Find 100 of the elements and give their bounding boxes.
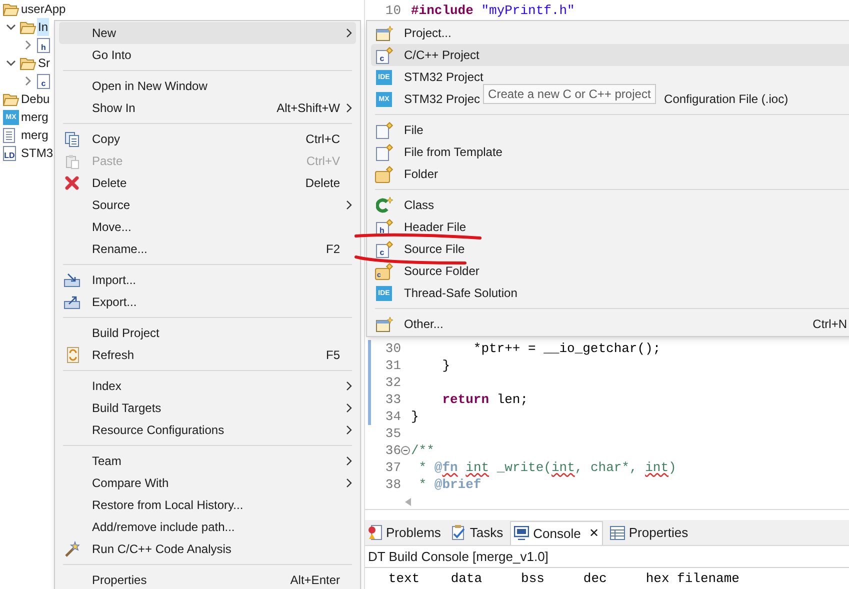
menu-item[interactable]: Build Targets — [59, 397, 356, 419]
new-folder-icon — [375, 166, 393, 182]
menu-item[interactable]: Export... — [59, 291, 356, 313]
new-window-icon — [376, 316, 392, 332]
menu-item[interactable]: Restore from Local History... — [59, 494, 356, 516]
view-tab[interactable]: Problems — [365, 520, 444, 545]
code-line: /** — [411, 442, 434, 459]
new-window-icon — [376, 26, 392, 40]
code-line: *ptr++ = __io_getchar(); — [472, 340, 661, 357]
menu-item[interactable]: Other... Ctrl+N — [371, 313, 849, 335]
menu-item[interactable]: Delete Delete — [59, 172, 356, 194]
document-icon — [3, 128, 15, 142]
view-tab[interactable]: Properties — [606, 520, 692, 545]
menu-item[interactable]: Source — [59, 194, 356, 216]
line-number: 10 — [384, 2, 401, 19]
menu-item[interactable]: Copy Ctrl+C — [59, 128, 356, 150]
line-number: 32 — [384, 374, 401, 391]
menu-item[interactable]: Compare With — [59, 472, 356, 494]
line-number: 36 — [384, 442, 401, 459]
code-line: * @brief — [418, 476, 482, 493]
expand-chevron-icon[interactable] — [23, 76, 33, 86]
menu-item[interactable]: File from Template — [371, 141, 849, 163]
tree-item-label[interactable]: merg — [20, 108, 50, 126]
tree-item-label[interactable]: userApp — [20, 0, 67, 18]
tree-item-label[interactable]: merg — [20, 126, 50, 144]
folder-icon — [20, 56, 36, 70]
line-number: 34 — [384, 408, 401, 425]
menu-item[interactable]: Properties Alt+Enter — [59, 569, 356, 589]
table-icon — [610, 526, 625, 540]
tray-arrow-icon — [64, 273, 80, 287]
clipboard-check-icon — [450, 525, 466, 540]
new-file-icon — [376, 122, 392, 138]
menu-item[interactable]: Resource Configurations — [59, 419, 356, 441]
monitor-icon — [514, 526, 530, 540]
collapse-chevron-icon[interactable] — [6, 58, 16, 68]
menu-item[interactable]: Run C/C++ Code Analysis — [59, 538, 356, 560]
menu-item[interactable]: Team — [59, 450, 356, 472]
tab-label: Tasks — [470, 524, 504, 542]
menu-item[interactable]: File — [371, 119, 849, 141]
tree-item-label[interactable]: Sr — [37, 54, 51, 72]
misspelled-word: int — [466, 460, 490, 475]
code-line: return len; — [441, 391, 528, 408]
menu-item[interactable]: New — [59, 22, 356, 44]
tray-arrow-icon — [64, 295, 80, 309]
new-file-icon — [376, 144, 392, 160]
file-icon: c — [37, 74, 50, 88]
folder-icon — [3, 2, 19, 16]
expand-chevron-icon[interactable] — [23, 40, 33, 50]
collapse-icon[interactable] — [401, 446, 410, 455]
code-line: #include "myPrintf.h" — [411, 2, 575, 19]
delete-icon — [65, 176, 79, 190]
menu-item[interactable]: Folder — [371, 163, 849, 185]
problems-icon — [368, 525, 382, 540]
tab-label: Properties — [628, 524, 688, 542]
menu-item[interactable]: Class — [371, 194, 849, 216]
tab-label: Console — [533, 524, 581, 543]
menu-item[interactable]: c Source File — [371, 238, 849, 260]
menu-item[interactable]: h Header File — [371, 216, 849, 238]
menu-item[interactable]: Refresh F5 — [59, 344, 356, 366]
line-number: 35 — [384, 425, 401, 442]
misspelled-word: fn — [442, 460, 458, 475]
menu-item[interactable]: Build Project — [59, 322, 356, 344]
menu-item[interactable]: Show In Alt+Shift+W — [59, 97, 356, 119]
close-button[interactable]: ✕ — [588, 524, 599, 542]
console-output: text data bss dec hex filename — [387, 570, 740, 588]
file-icon: LD — [3, 146, 16, 160]
view-tab[interactable]: Console ✕ — [510, 520, 603, 545]
console-title: DT Build Console [merge_v1.0] — [365, 546, 849, 568]
clipboard-icon — [64, 154, 80, 168]
menu-item[interactable]: Open in New Window — [59, 75, 356, 97]
menu-item[interactable]: Index — [59, 375, 356, 397]
menu-item[interactable]: c C/C++ Project — [371, 44, 849, 66]
tree-item-label[interactable]: STM3 — [20, 144, 54, 162]
menu-item[interactable]: Move... — [59, 216, 356, 238]
line-number: 31 — [384, 357, 401, 374]
menu-item[interactable]: Go Into — [59, 44, 356, 66]
line-number: 33 — [384, 391, 401, 408]
line-number: 37 — [384, 459, 401, 476]
misspelled-word: int — [645, 460, 668, 475]
folder-icon — [3, 92, 19, 106]
magic-wand-icon — [64, 540, 80, 558]
menu-item[interactable]: Add/remove include path... — [59, 516, 356, 538]
copy-icon — [64, 132, 80, 146]
class-icon — [376, 197, 392, 213]
menu-item[interactable]: Rename... F2 — [59, 238, 356, 260]
refresh-icon — [64, 347, 80, 363]
line-number: 30 — [384, 340, 401, 357]
tab-label: Problems — [386, 524, 441, 542]
tooltip: Create a new C or C++ project — [483, 84, 656, 104]
folder-icon — [20, 20, 36, 34]
tree-item-label[interactable]: Debu — [20, 90, 51, 108]
tree-item-label[interactable]: In — [37, 18, 50, 36]
collapse-chevron-icon[interactable] — [6, 22, 16, 32]
menu-item[interactable]: Project... — [371, 22, 849, 44]
code-line: * @fn int _write(int, char*, int) — [418, 459, 676, 476]
line-number: 38 — [384, 476, 401, 493]
view-tab[interactable]: Tasks — [448, 520, 506, 545]
menu-item[interactable]: Import... — [59, 269, 356, 291]
misspelled-word: int — [551, 460, 575, 475]
code-line: } — [441, 357, 450, 374]
